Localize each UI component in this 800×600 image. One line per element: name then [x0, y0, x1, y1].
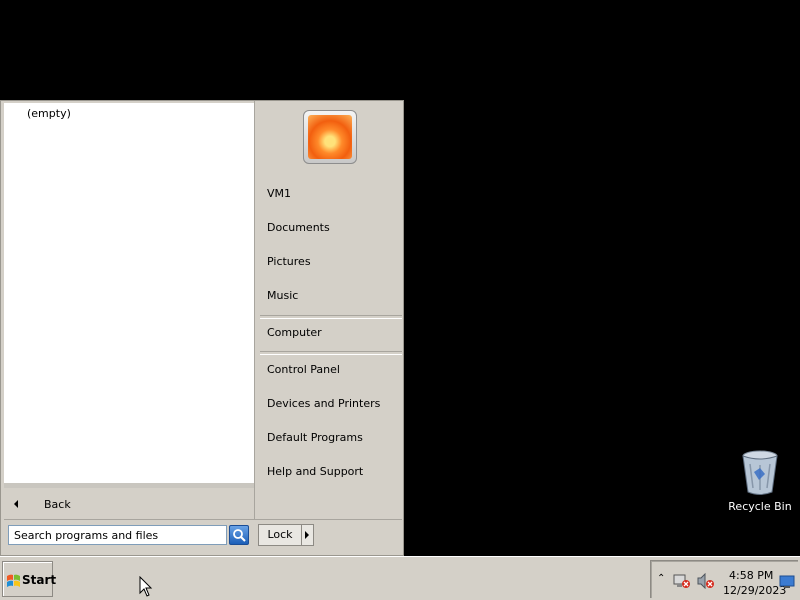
menu-item-user[interactable]: VM1 [259, 182, 402, 206]
windows-logo-icon [7, 574, 20, 587]
menu-item-devices-and-printers[interactable]: Devices and Printers [259, 392, 402, 416]
clock-date[interactable]: 12/29/2023 [723, 584, 786, 597]
recycle-bin[interactable]: Recycle Bin [728, 450, 792, 518]
chevron-right-icon [305, 531, 309, 539]
search-input[interactable] [14, 527, 224, 543]
search-button[interactable] [229, 525, 249, 545]
left-pane-divider [4, 483, 254, 488]
search-field[interactable] [8, 525, 227, 545]
back-arrow-icon [14, 500, 18, 508]
menu-separator [260, 315, 402, 319]
shutdown-options-button[interactable] [301, 524, 314, 546]
start-button[interactable]: Start [2, 561, 57, 597]
flower-avatar-image [308, 115, 352, 159]
menu-item-help-and-support[interactable]: Help and Support [259, 460, 402, 484]
lock-button[interactable]: Lock [258, 524, 302, 546]
menu-item-pictures[interactable]: Pictures [259, 250, 402, 274]
network-disconnected-icon[interactable] [673, 573, 691, 589]
clock-time[interactable]: 4:58 PM [729, 569, 773, 582]
start-label: Start [22, 573, 57, 587]
user-avatar[interactable] [303, 110, 357, 164]
menu-item-music[interactable]: Music [259, 284, 402, 308]
volume-muted-icon[interactable] [697, 573, 715, 589]
back-button[interactable]: Back [4, 489, 254, 519]
bottom-divider [4, 519, 402, 520]
start-menu: (empty) Back VM1 Documents Pictures Musi… [0, 100, 404, 556]
magnifier-icon [233, 529, 246, 542]
programs-list: (empty) [4, 103, 255, 483]
show-desktop-icon[interactable] [779, 575, 795, 589]
recycle-bin-icon [742, 450, 778, 495]
menu-item-documents[interactable]: Documents [259, 216, 402, 240]
recycle-bin-label: Recycle Bin [728, 500, 792, 513]
notification-area: ⌃ 4:58 PM 12/29/2023 [650, 560, 798, 598]
back-label: Back [44, 498, 71, 511]
menu-separator [260, 351, 402, 355]
pane-divider [254, 101, 255, 519]
menu-item-control-panel[interactable]: Control Panel [259, 358, 402, 382]
tray-chevron-icon[interactable]: ⌃ [657, 573, 665, 584]
menu-item-computer[interactable]: Computer [259, 321, 402, 345]
menu-item-default-programs[interactable]: Default Programs [259, 426, 402, 450]
taskbar: Start ⌃ 4:58 PM 12/29/2023 [0, 556, 800, 600]
empty-programs-label: (empty) [27, 107, 71, 120]
mouse-cursor-icon [139, 576, 153, 597]
